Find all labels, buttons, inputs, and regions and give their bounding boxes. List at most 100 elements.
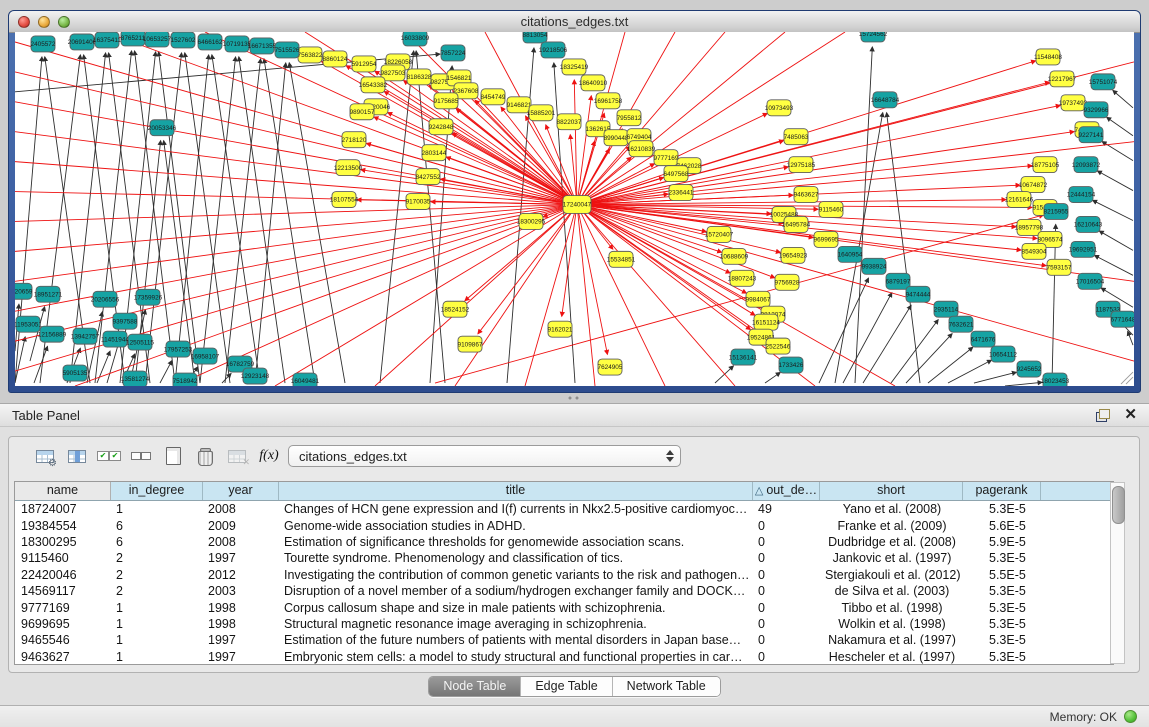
graph-node[interactable]: 9242848 — [429, 119, 454, 135]
graph-node[interactable]: 12217967 — [1048, 71, 1077, 87]
graph-node[interactable]: 7624905 — [598, 359, 623, 375]
citation-edge[interactable] — [948, 360, 992, 383]
graph-node[interactable]: 2718120 — [342, 132, 367, 148]
citation-edge-red[interactable] — [15, 205, 577, 342]
citation-edge[interactable] — [1107, 117, 1133, 135]
graph-node[interactable]: 9329966 — [1084, 102, 1109, 118]
graph-node[interactable]: 8454749 — [481, 89, 506, 105]
close-panel-icon[interactable]: ✕ — [1124, 408, 1137, 422]
graph-node[interactable]: 16961758 — [594, 93, 623, 109]
graph-node[interactable]: 9162021 — [548, 321, 573, 337]
column-header-short[interactable]: short — [820, 482, 963, 500]
graph-node[interactable]: 20206556 — [91, 291, 120, 307]
citation-edge[interactable] — [843, 293, 892, 383]
tab-network-table[interactable]: Network Table — [613, 677, 720, 696]
citation-edge-red[interactable] — [375, 205, 577, 386]
citation-edge-red[interactable] — [15, 205, 577, 372]
graph-node[interactable]: 10688609 — [720, 248, 749, 264]
graph-node[interactable]: 9756928 — [775, 274, 800, 290]
delete-column-icon[interactable] — [191, 443, 219, 469]
graph-node[interactable]: 10674872 — [1019, 177, 1048, 193]
graph-node[interactable]: 10654112 — [989, 346, 1017, 362]
graph-node[interactable]: 2522546 — [766, 338, 791, 354]
citation-edge[interactable] — [1095, 255, 1133, 275]
citation-edge[interactable] — [1005, 382, 1042, 386]
graph-node[interactable]: 8813054 — [523, 32, 548, 43]
graph-node[interactable]: 1527602 — [171, 32, 196, 48]
citation-edge-red[interactable] — [577, 205, 1046, 266]
graph-node[interactable]: 12156889 — [38, 326, 67, 342]
float-panel-icon[interactable] — [1096, 409, 1110, 422]
graph-node[interactable]: 12093872 — [1072, 157, 1101, 173]
graph-node[interactable]: 16151124 — [752, 314, 780, 330]
citation-edge[interactable] — [1128, 331, 1133, 345]
delete-table-icon[interactable]: ✕ — [223, 443, 251, 469]
column-header-pagerank[interactable]: pagerank — [963, 482, 1041, 500]
function-builder-icon[interactable]: f(x) — [255, 443, 283, 469]
graph-node[interactable]: 19218506 — [539, 42, 568, 58]
column-header-title[interactable]: title — [279, 482, 753, 500]
graph-node[interactable]: 18524152 — [441, 301, 470, 317]
graph-node[interactable]: 6497568 — [664, 166, 689, 182]
table-select-dropdown[interactable]: citations_edges.txt — [288, 445, 681, 467]
graph-node[interactable]: 10653257 — [143, 32, 172, 47]
select-columns-icon[interactable]: ✔✔ — [95, 443, 123, 469]
graph-node[interactable]: 2405572 — [31, 36, 56, 52]
graph-node[interactable]: 17957253 — [164, 341, 193, 357]
graph-node[interactable]: 13942757 — [71, 328, 100, 344]
table-row[interactable]: 969969511998Structural magnetic resonanc… — [15, 616, 1113, 632]
graph-node[interactable]: 18300295 — [517, 213, 546, 229]
graph-node[interactable]: 7593157 — [1047, 259, 1072, 275]
citation-edge-red[interactable] — [577, 205, 595, 386]
graph-node[interactable]: 16033809 — [401, 32, 430, 46]
graph-node[interactable]: 13581274 — [121, 371, 150, 386]
graph-node[interactable]: 8549304 — [1022, 243, 1047, 259]
graph-node[interactable]: 18023453 — [1041, 373, 1070, 386]
graph-node[interactable]: 11953051 — [15, 316, 42, 332]
graph-node[interactable]: 16375411 — [93, 32, 121, 48]
graph-node[interactable]: 15720407 — [705, 226, 734, 242]
graph-node[interactable]: 15136141 — [729, 349, 758, 365]
graph-node[interactable]: 1733426 — [779, 357, 804, 373]
graph-node[interactable]: 9170035 — [406, 194, 431, 210]
graph-node[interactable]: 10973493 — [765, 100, 794, 116]
graph-node[interactable]: 18325419 — [560, 59, 589, 75]
graph-node[interactable]: 16543382 — [359, 77, 388, 93]
citation-edge[interactable] — [1113, 90, 1133, 107]
citation-edge[interactable] — [1097, 171, 1133, 191]
graph-node[interactable]: 15724562 — [859, 32, 888, 42]
graph-node[interactable]: 12213500 — [334, 160, 363, 176]
graph-node[interactable]: 7857224 — [441, 45, 466, 61]
graph-node[interactable]: 2620659 — [15, 283, 33, 299]
graph-node[interactable]: 18807243 — [728, 270, 757, 286]
graph-node[interactable]: 9890157 — [350, 104, 375, 120]
tab-node-table[interactable]: Node Table — [429, 677, 521, 696]
graph-node[interactable]: 17016504 — [1076, 273, 1105, 289]
column-header-name[interactable]: name — [15, 482, 111, 500]
graph-node[interactable]: 8990448 — [604, 130, 629, 146]
graph-node[interactable]: 9115460 — [819, 202, 844, 218]
graph-node[interactable]: 2803144 — [422, 145, 447, 161]
citation-edge[interactable] — [239, 57, 285, 383]
graph-node[interactable]: 8860124 — [323, 51, 348, 67]
graph-node[interactable]: 7485063 — [784, 129, 809, 145]
citation-edge[interactable] — [1052, 224, 1056, 383]
graph-node[interactable]: 12975185 — [787, 157, 816, 173]
citation-edge[interactable] — [974, 372, 1016, 383]
row-height-icon[interactable] — [127, 443, 155, 469]
graph-node[interactable]: 18107554 — [330, 192, 359, 208]
graph-node[interactable]: 9175685 — [434, 93, 459, 109]
graph-node[interactable]: 9474444 — [906, 286, 931, 302]
graph-node[interactable]: 18775105 — [1031, 157, 1060, 173]
graph-node[interactable]: 9245652 — [1017, 361, 1042, 377]
citation-edge[interactable] — [159, 52, 200, 383]
citation-edge-red[interactable] — [15, 205, 577, 252]
citation-edge[interactable] — [855, 47, 872, 383]
graph-node[interactable]: 9397588 — [113, 313, 138, 329]
table-settings-icon[interactable]: ⚙ — [31, 443, 59, 469]
graph-node[interactable]: 11548408 — [1034, 49, 1062, 65]
citation-edge[interactable] — [255, 63, 286, 383]
network-canvas[interactable]: 1724004775638228860124591295418226058982… — [15, 32, 1134, 386]
graph-node[interactable]: 5912954 — [352, 56, 377, 72]
citation-edge-red[interactable] — [15, 205, 577, 222]
